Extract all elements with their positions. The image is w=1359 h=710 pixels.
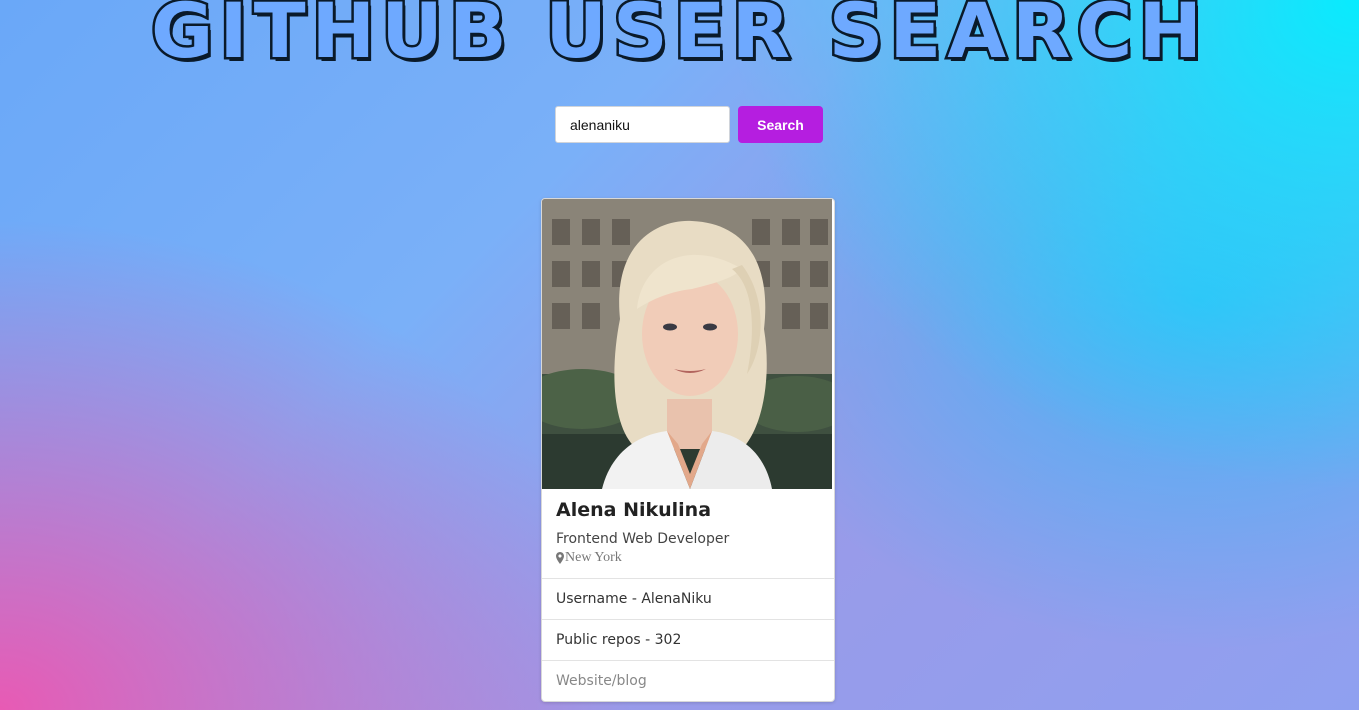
user-bio: Frontend Web Developer: [556, 531, 730, 547]
map-pin-icon: [556, 552, 564, 564]
username-item: Username - AlenaNiku: [542, 579, 834, 620]
user-location: New York: [556, 550, 820, 566]
profile-info: Alena Nikulina Frontend Web Developer Ne…: [542, 489, 834, 579]
website-link[interactable]: Website/blog: [542, 661, 834, 701]
public-repos-item: Public repos - 302: [542, 620, 834, 661]
search-input[interactable]: [555, 106, 730, 143]
user-card: Alena Nikulina Frontend Web Developer Ne…: [541, 198, 835, 702]
user-name: Alena Nikulina: [556, 499, 712, 521]
location-text: New York: [565, 550, 622, 565]
page-title: GITHUB USER SEARCH: [149, 0, 1208, 78]
search-button[interactable]: Search: [738, 106, 823, 143]
avatar: [542, 199, 832, 489]
search-form: Search: [555, 106, 823, 143]
